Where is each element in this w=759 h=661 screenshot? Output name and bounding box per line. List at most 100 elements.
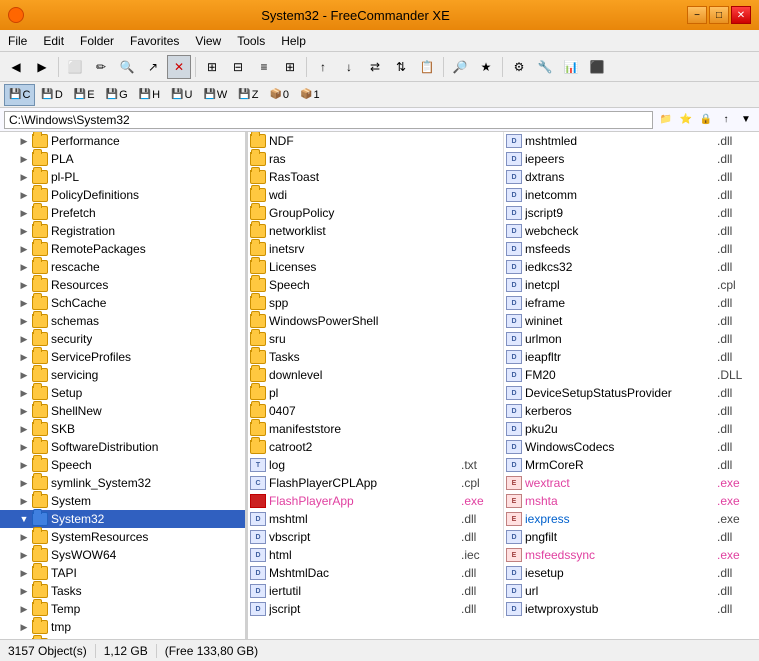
toolbar-btn-4[interactable]: ↗	[141, 55, 165, 79]
tree-item-schcache[interactable]: ▶SchCache	[0, 294, 245, 312]
tree-item-pla[interactable]: ▶PLA	[0, 150, 245, 168]
file-row[interactable]: RasToast	[248, 168, 503, 186]
file-row[interactable]: NDF	[248, 132, 503, 150]
file-row[interactable]: 0407	[248, 402, 503, 420]
tree-item-security[interactable]: ▶security	[0, 330, 245, 348]
file-row[interactable]: Dietwproxystub.dll	[504, 600, 759, 618]
toolbar-btn-16[interactable]: ⚙	[507, 55, 531, 79]
file-row[interactable]: Licenses	[248, 258, 503, 276]
drive-G[interactable]: 💾G	[101, 84, 133, 106]
file-row[interactable]: Durl.dll	[504, 582, 759, 600]
file-row[interactable]: Ddxtrans.dll	[504, 168, 759, 186]
file-row[interactable]: spp	[248, 294, 503, 312]
tree-item-systemresources[interactable]: ▶SystemResources	[0, 528, 245, 546]
tree-item-toastdata[interactable]: ▶ToastData	[0, 636, 245, 639]
file-row[interactable]: Dieapfltr.dll	[504, 348, 759, 366]
tree-item-policydefinitions[interactable]: ▶PolicyDefinitions	[0, 186, 245, 204]
addr-icon-5[interactable]: ▼	[737, 111, 755, 129]
file-row[interactable]: Dmshtml.dll	[248, 510, 503, 528]
file-row[interactable]: Dwininet.dll	[504, 312, 759, 330]
tree-item-system[interactable]: ▶System	[0, 492, 245, 510]
file-row[interactable]: CFlashPlayerCPLApp.cpl	[248, 474, 503, 492]
menu-item-view[interactable]: View	[187, 32, 229, 50]
drive-U[interactable]: 💾U	[166, 84, 197, 106]
file-row[interactable]: Ewextract.exe	[504, 474, 759, 492]
address-input[interactable]	[4, 111, 653, 129]
file-row[interactable]: FlashPlayerApp.exe	[248, 492, 503, 510]
close-button[interactable]: ✕	[731, 6, 751, 24]
tree-item-softwaredistribution[interactable]: ▶SoftwareDistribution	[0, 438, 245, 456]
file-row[interactable]: pl	[248, 384, 503, 402]
tree-item-pl-pl[interactable]: ▶pl-PL	[0, 168, 245, 186]
file-row[interactable]: inetsrv	[248, 240, 503, 258]
tree-item-symlink-system32[interactable]: ▶symlink_System32	[0, 474, 245, 492]
drive-D[interactable]: 💾D	[36, 84, 67, 106]
file-row[interactable]: Dwebcheck.dll	[504, 222, 759, 240]
tree-item-syswow64[interactable]: ▶SysWOW64	[0, 546, 245, 564]
tree-item-tapi[interactable]: ▶TAPI	[0, 564, 245, 582]
drive-W[interactable]: 💾W	[198, 84, 232, 106]
tree-item-system32[interactable]: ▼System32	[0, 510, 245, 528]
file-row[interactable]: Dpngfilt.dll	[504, 528, 759, 546]
toolbar-btn-18[interactable]: 📊	[559, 55, 583, 79]
file-row[interactable]: networklist	[248, 222, 503, 240]
file-row[interactable]: DMrmCoreR.dll	[504, 456, 759, 474]
file-row[interactable]: Durlmon.dll	[504, 330, 759, 348]
file-row[interactable]: Dhtml.iec	[248, 546, 503, 564]
file-row[interactable]: Dmsfeeds.dll	[504, 240, 759, 258]
toolbar-btn-12[interactable]: ⇅	[389, 55, 413, 79]
menu-item-file[interactable]: File	[0, 32, 35, 50]
tree-item-prefetch[interactable]: ▶Prefetch	[0, 204, 245, 222]
tree-item-tmp[interactable]: ▶tmp	[0, 618, 245, 636]
addr-icon-3[interactable]: 🔒	[697, 111, 715, 129]
addr-icon-1[interactable]: 📁	[657, 111, 675, 129]
file-row[interactable]: Tasks	[248, 348, 503, 366]
file-row[interactable]: Dinetcpl.cpl	[504, 276, 759, 294]
menu-item-favorites[interactable]: Favorites	[122, 32, 187, 50]
file-row[interactable]: ras	[248, 150, 503, 168]
file-row[interactable]: catroot2	[248, 438, 503, 456]
menu-item-tools[interactable]: Tools	[229, 32, 273, 50]
maximize-button[interactable]: □	[709, 6, 729, 24]
file-row[interactable]: sru	[248, 330, 503, 348]
file-row[interactable]: Djscript9.dll	[504, 204, 759, 222]
file-row[interactable]: Dinetcomm.dll	[504, 186, 759, 204]
file-row[interactable]: Dpku2u.dll	[504, 420, 759, 438]
back-button[interactable]: ◀	[4, 55, 28, 79]
file-row[interactable]: Speech	[248, 276, 503, 294]
file-row[interactable]: Dkerberos.dll	[504, 402, 759, 420]
drive-Z[interactable]: 💾Z	[233, 84, 263, 106]
tree-item-setup[interactable]: ▶Setup	[0, 384, 245, 402]
toolbar-btn-15[interactable]: ★	[474, 55, 498, 79]
tree-item-skb[interactable]: ▶SKB	[0, 420, 245, 438]
menu-item-edit[interactable]: Edit	[35, 32, 72, 50]
file-row[interactable]: Diedkcs32.dll	[504, 258, 759, 276]
file-row[interactable]: DWindowsCodecs.dll	[504, 438, 759, 456]
minimize-button[interactable]: −	[687, 6, 707, 24]
view-button[interactable]: 🔍	[115, 55, 139, 79]
edit-button[interactable]: ✏	[89, 55, 113, 79]
delete-button[interactable]: ✕	[167, 55, 191, 79]
toolbar-btn-11[interactable]: ⇄	[363, 55, 387, 79]
addr-icon-2[interactable]: ⭐	[677, 111, 695, 129]
tree-item-servicing[interactable]: ▶servicing	[0, 366, 245, 384]
tree-item-tasks[interactable]: ▶Tasks	[0, 582, 245, 600]
file-row[interactable]: DFM20.DLL	[504, 366, 759, 384]
file-panel[interactable]: NDFrasRasToastwdiGroupPolicynetworklisti…	[248, 132, 759, 639]
toolbar-btn-5[interactable]: ⊞	[200, 55, 224, 79]
tree-item-remotepackages[interactable]: ▶RemotePackages	[0, 240, 245, 258]
toolbar-btn-10[interactable]: ↓	[337, 55, 361, 79]
menu-item-help[interactable]: Help	[273, 32, 314, 50]
file-row[interactable]: DMshtmlDac.dll	[248, 564, 503, 582]
drive-0[interactable]: 📦0	[264, 84, 294, 106]
toolbar-btn-13[interactable]: 📋	[415, 55, 439, 79]
file-row[interactable]: Emsfeedssync.exe	[504, 546, 759, 564]
tree-item-speech[interactable]: ▶Speech	[0, 456, 245, 474]
file-row[interactable]: Dieframe.dll	[504, 294, 759, 312]
drive-H[interactable]: 💾H	[134, 84, 165, 106]
tree-item-schemas[interactable]: ▶schemas	[0, 312, 245, 330]
file-row[interactable]: manifeststore	[248, 420, 503, 438]
drive-C[interactable]: 💾C	[4, 84, 35, 106]
file-row[interactable]: WindowsPowerShell	[248, 312, 503, 330]
tree-item-registration[interactable]: ▶Registration	[0, 222, 245, 240]
